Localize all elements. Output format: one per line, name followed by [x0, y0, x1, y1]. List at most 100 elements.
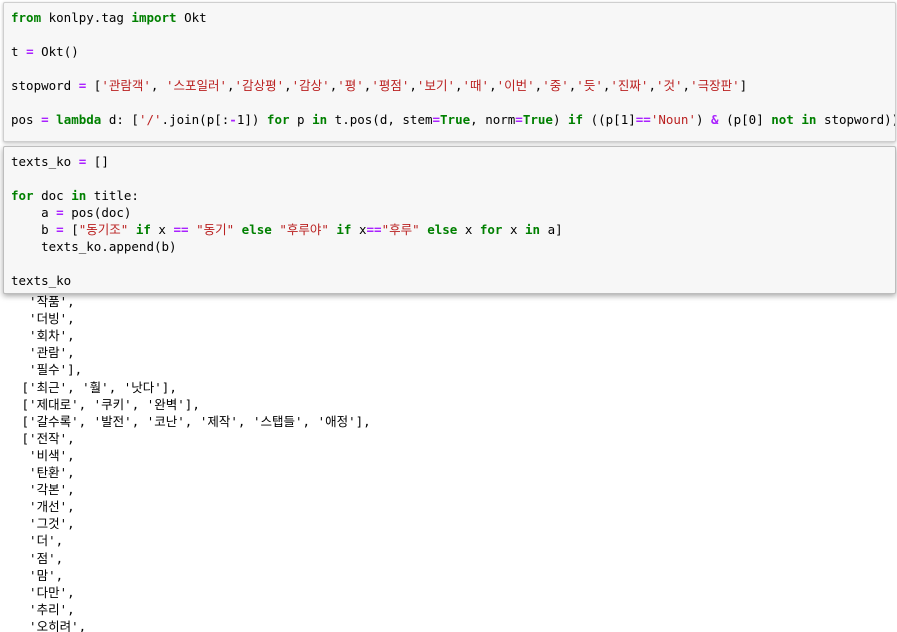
code-token: , [227, 78, 235, 93]
code-token: = [515, 112, 523, 127]
code-token: '스포일러' [165, 78, 228, 93]
output-line: '추리', [14, 601, 75, 617]
code-token: for [479, 222, 503, 237]
code-line: texts_ko = [] [11, 153, 109, 170]
code-token: from [11, 10, 42, 25]
code-token: "후루야" [279, 222, 329, 237]
code-token: '중' [542, 78, 569, 93]
output-line: '점', [14, 550, 64, 566]
code-line: stopword = ['관람객', '스포일러','감상평','감상','평'… [11, 77, 747, 94]
code-token: Okt [176, 10, 207, 25]
code-token: , [454, 78, 463, 93]
code-token: texts_ko [11, 154, 79, 169]
code-token: "후루" [381, 222, 420, 237]
code-token: '것' [655, 78, 683, 93]
code-token: for [266, 112, 290, 127]
code-token: a] [540, 222, 563, 237]
code-token: "동기조" [78, 222, 129, 237]
output-line: '회차', [14, 328, 75, 344]
code-token: in [312, 112, 328, 127]
code-token: for [11, 188, 34, 203]
code-token: '평점' [371, 78, 410, 93]
code-token: 1]) [236, 112, 267, 127]
code-line: t = Okt() [11, 43, 79, 60]
code-cell-1[interactable]: from konlpy.tag import Okt t = Okt() stopw… [3, 2, 896, 142]
output-line: '관람', [14, 345, 75, 361]
output-line: '탄환', [14, 465, 75, 480]
code-token: == [635, 112, 651, 127]
code-token: = [56, 222, 64, 237]
code-line: texts_ko [11, 272, 71, 289]
code-token: '감상평' [234, 78, 285, 93]
output-line: '다만', [14, 584, 75, 600]
code-token: = [26, 44, 34, 59]
code-token: '듯' [576, 78, 603, 93]
code-cell-2[interactable]: texts_ko = [] for doc in title: a = pos(d… [3, 146, 896, 294]
code-token: [] [86, 154, 109, 169]
code-token: x [457, 222, 480, 237]
code-token: , [150, 78, 166, 93]
code-token: pos [11, 112, 42, 127]
code-token: if [568, 112, 584, 127]
output-line: '개선', [14, 499, 75, 515]
code-token: , norm [470, 112, 516, 127]
code-token: in [71, 188, 87, 203]
output-line: '더빙', [14, 311, 75, 327]
code-token: in [801, 112, 817, 127]
output-line: '각본', [14, 482, 75, 498]
code-token: if [336, 222, 352, 237]
code-token: doc [33, 188, 72, 203]
code-token: t.pos(d, stem [327, 112, 433, 127]
code-token: .join(p[: [161, 112, 230, 127]
code-token: stopword))] [823, 112, 895, 127]
code-line: a = pos(doc) [11, 204, 131, 221]
code-token: '관람객' [101, 78, 151, 93]
code-token: [ [63, 222, 79, 237]
code-token: not [771, 112, 794, 127]
code-line: texts_ko.append(b) [11, 238, 176, 255]
code-token: t [11, 44, 27, 59]
output-line: '비색', [14, 447, 75, 463]
code-token: '/' [138, 112, 162, 127]
code-token: ((p[1] [583, 112, 636, 127]
output-line: '더', [14, 533, 64, 549]
code-token: else [241, 222, 272, 237]
code-token: , [284, 78, 292, 93]
code-token: "동기" [196, 222, 235, 237]
code-token: '이번' [496, 78, 535, 93]
output-line: ['제대로', '쿠키', '완벽'], [14, 396, 200, 412]
cell-output: '작품', '더빙', '회차', '관람', '필수'], ['최근', '훨… [0, 290, 897, 632]
code-line: for doc in title: [11, 187, 139, 204]
code-token: in [525, 222, 541, 237]
code-token: , [489, 78, 497, 93]
code-token: a [11, 205, 57, 220]
output-line: ['갈수록', '발전', '코난', '제작', '스탭들', '애정'], [14, 413, 371, 429]
code-token: lambda [56, 112, 102, 127]
code-token: == [366, 222, 382, 237]
code-token: konlpy.tag [41, 10, 132, 25]
code-token: , [682, 78, 691, 93]
code-token: & [711, 112, 719, 127]
code-token: stopword [11, 78, 79, 93]
code-token: d: [ [101, 112, 139, 127]
output-line: ['최근', '훨', '낫다'], [14, 379, 177, 395]
code-token: = [432, 112, 441, 127]
code-line: from konlpy.tag import Okt [11, 9, 207, 26]
code-token: [ [86, 78, 102, 93]
code-token: x [502, 222, 526, 237]
code-token: , [409, 78, 417, 93]
code-token: x [150, 222, 174, 237]
code-token: '때' [462, 78, 490, 93]
code-token: = [56, 205, 64, 220]
output-line: ['전작', [14, 430, 75, 446]
code-token: True [440, 112, 471, 127]
code-token: texts_ko [11, 273, 72, 288]
code-token: '보기' [416, 78, 455, 93]
code-token: 'Noun' [650, 112, 696, 127]
code-token: '진짜' [610, 78, 649, 93]
code-line: b = ["동기조" if x == "동기" else "후루야" if x=… [11, 221, 563, 238]
code-token: '감상' [291, 78, 330, 93]
